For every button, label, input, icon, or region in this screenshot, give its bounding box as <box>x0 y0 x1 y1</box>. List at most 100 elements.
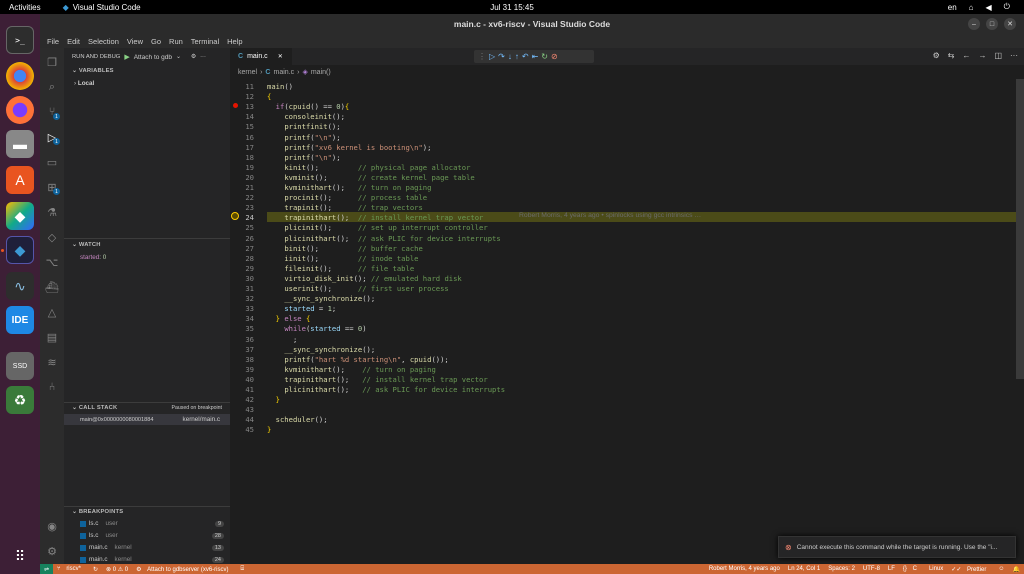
disk-icon[interactable]: SSD <box>6 352 34 380</box>
reverse-icon[interactable]: ⇤ <box>532 52 539 61</box>
notebook-icon[interactable]: ▤ <box>44 329 60 345</box>
line-number[interactable]: 43 <box>230 405 254 414</box>
power-icon[interactable]: ⏻ <box>1004 2 1010 12</box>
debug-run-icon[interactable]: ⚙ <box>933 51 940 60</box>
line-number[interactable]: 26 <box>230 234 254 243</box>
app-center-icon[interactable]: A <box>6 166 34 194</box>
code-line[interactable]: printf("xv6 kernel is booting\n"); <box>267 143 431 152</box>
code-line[interactable]: binit(); // buffer cache <box>267 244 423 253</box>
app-menu[interactable]: ◆ Visual Studio Code <box>63 3 141 12</box>
git-branch[interactable]: ⑂ riscv* <box>53 566 89 572</box>
indentation[interactable]: Spaces: 2 <box>824 566 859 572</box>
git-graph-icon[interactable]: ⑃ <box>44 379 60 395</box>
code-line[interactable]: iinit(); // inode table <box>267 254 418 263</box>
chevron-down-icon[interactable]: ⌄ <box>176 54 181 60</box>
network-icon[interactable]: ⌂ <box>969 3 974 12</box>
disconnect-icon[interactable]: ⊘ <box>551 52 558 61</box>
code-line[interactable]: trapinithart(); // install kernel trap v… <box>267 375 487 384</box>
watch-section-header[interactable]: ⌄ WATCH <box>72 242 101 248</box>
debug-session[interactable]: ⚙ Attach to gdbserver (xv6-riscv) <box>132 566 236 573</box>
checkbox-icon[interactable] <box>80 520 86 527</box>
code-line[interactable]: kinit(); // physical page allocator <box>267 163 470 172</box>
code-line[interactable]: trapinit(); // trap vectors <box>267 203 423 212</box>
chrome-icon[interactable] <box>6 62 34 90</box>
files-icon[interactable]: ▬ <box>6 130 34 158</box>
clock[interactable]: Jul 31 15:45 <box>0 3 1024 12</box>
checkbox-icon[interactable] <box>80 544 86 551</box>
code-line[interactable]: plicinithart(); // ask PLIC for device i… <box>267 385 505 394</box>
close-icon[interactable]: ✕ <box>1004 18 1016 30</box>
code-line[interactable]: trapinithart(); // install kernel trap v… <box>267 213 483 222</box>
remote-indicator-icon[interactable]: ⇌ <box>40 564 54 574</box>
code-line[interactable]: scheduler(); <box>267 415 328 424</box>
code-line[interactable]: if(cpuid() == 0){ <box>267 102 350 111</box>
line-number[interactable]: 30 <box>230 274 254 283</box>
code-editor[interactable]: 11 main() 12 {13 if(cpuid() == 0){14 consol… <box>230 79 1024 564</box>
line-number[interactable]: 44 <box>230 415 254 424</box>
menu-file[interactable]: File <box>43 37 63 46</box>
prettier-status[interactable]: ✓✓ Prettier <box>947 566 994 573</box>
settings-gear-icon[interactable]: ⚙ <box>44 543 60 559</box>
layers-icon[interactable]: ≋ <box>44 354 60 370</box>
code-line[interactable]: started = 1; <box>267 304 336 313</box>
maximize-icon[interactable]: □ <box>986 18 998 30</box>
line-number[interactable]: 28 <box>230 254 254 263</box>
drag-handle-icon[interactable]: ⋮ <box>478 52 486 61</box>
code-line[interactable]: main() <box>267 82 293 91</box>
variables-section-header[interactable]: ⌄ VARIABLES <box>72 68 114 74</box>
testing-icon[interactable]: ⚗ <box>44 204 60 220</box>
os-config[interactable]: Linux <box>925 566 947 572</box>
problems-indicator[interactable]: ⊗ 0 ⚠ 0 <box>102 566 132 573</box>
line-number[interactable]: 19 <box>230 163 254 172</box>
code-line[interactable]: kvminithart(); // turn on paging <box>267 183 431 192</box>
line-number[interactable]: 22 <box>230 193 254 202</box>
continue-icon[interactable]: ▷ <box>489 52 495 61</box>
code-line[interactable]: __sync_synchronize(); <box>267 294 375 303</box>
line-number[interactable]: 32 <box>230 294 254 303</box>
code-line[interactable]: printf("\n"); <box>267 153 340 162</box>
compare-icon[interactable]: ⇆ <box>948 51 955 60</box>
azure-icon[interactable]: △ <box>44 304 60 320</box>
show-apps-icon[interactable]: ⠿ <box>6 542 34 570</box>
restart-icon[interactable]: ↻ <box>541 52 548 61</box>
menu-run[interactable]: Run <box>165 37 187 46</box>
line-number[interactable]: 18 <box>230 153 254 162</box>
line-number[interactable]: 14 <box>230 112 254 121</box>
menu-help[interactable]: Help <box>223 37 246 46</box>
line-number[interactable]: 15 <box>230 122 254 131</box>
explorer-icon[interactable]: ❐ <box>44 54 60 70</box>
debug-settings-icon[interactable]: ⚙ <box>191 54 196 60</box>
split-editor-icon[interactable]: ◫ <box>994 51 1002 60</box>
menu-selection[interactable]: Selection <box>84 37 123 46</box>
feedback-icon[interactable]: ☺ <box>994 566 1008 572</box>
code-line[interactable]: printf("hart %d starting\n", cpuid()); <box>267 355 448 364</box>
step-into-icon[interactable]: ↓ <box>508 52 512 61</box>
checkbox-icon[interactable] <box>80 532 86 539</box>
line-number[interactable]: 40 <box>230 375 254 384</box>
terminal-icon-status[interactable]: ⌸ <box>237 566 249 573</box>
code-line[interactable]: userinit(); // first user process <box>267 284 448 293</box>
start-debug-icon[interactable]: ▶ <box>124 53 129 61</box>
breadcrumb-symbol[interactable]: main() <box>311 69 331 76</box>
language-mode[interactable]: {} C <box>899 566 925 572</box>
line-number[interactable]: 20 <box>230 173 254 182</box>
tab-close-icon[interactable]: ✕ <box>278 53 283 60</box>
code-line[interactable]: procinit(); // process table <box>267 193 427 202</box>
line-number[interactable]: 37 <box>230 345 254 354</box>
checkbox-icon[interactable] <box>80 556 86 563</box>
line-number[interactable]: 33 <box>230 304 254 313</box>
breakpoint-item[interactable]: ls.c user 9 <box>64 518 230 529</box>
account-icon[interactable]: ◉ <box>44 518 60 534</box>
code-line[interactable]: virtio_disk_init(); // emulated hard dis… <box>267 274 461 283</box>
breadcrumb-file[interactable]: main.c <box>273 69 294 76</box>
line-number[interactable]: 12 <box>230 92 254 101</box>
go-back-icon[interactable]: ← <box>962 51 970 60</box>
line-number[interactable]: 39 <box>230 365 254 374</box>
vscode-icon[interactable]: ◆ <box>6 236 34 264</box>
trash-icon[interactable]: ♻ <box>6 386 34 414</box>
line-ending[interactable]: LF <box>884 566 899 572</box>
system-monitor-icon[interactable]: ∿ <box>6 272 34 300</box>
webstorm-icon[interactable]: ◆ <box>6 202 34 230</box>
line-number[interactable]: 31 <box>230 284 254 293</box>
menu-terminal[interactable]: Terminal <box>187 37 223 46</box>
